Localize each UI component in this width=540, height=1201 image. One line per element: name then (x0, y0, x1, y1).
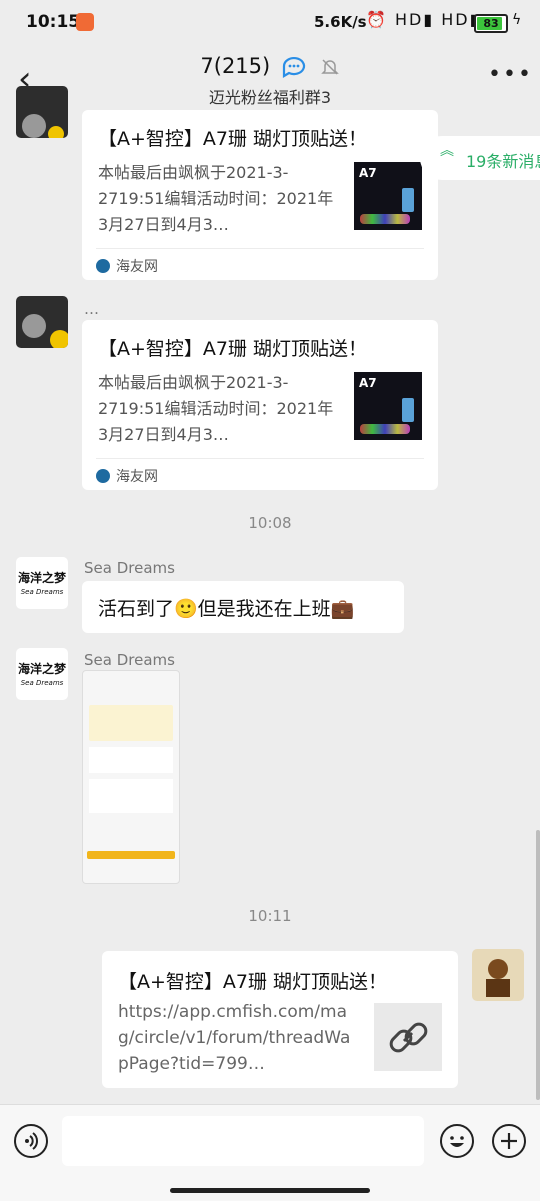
image-message[interactable] (82, 670, 180, 884)
link-card[interactable]: 【A+智控】A7珊 瑚灯顶贴送！ 本帖最后由飒枫于2021-3-2719:51编… (82, 110, 438, 280)
link-card-thumbnail: A7 (354, 372, 422, 440)
more-actions-button[interactable] (492, 1124, 526, 1158)
avatar-image (22, 314, 68, 348)
source-icon (96, 259, 110, 273)
mute-bell-icon (320, 59, 339, 75)
more-options-button[interactable]: ••• (488, 62, 533, 87)
emoji-button[interactable] (440, 1124, 474, 1158)
message-input[interactable] (62, 1116, 424, 1166)
sender-name: … (84, 300, 99, 318)
link-card-title: 【A+智控】A7珊 瑚灯顶贴送！ (98, 128, 368, 150)
group-chat-icon (282, 56, 306, 78)
status-time: 10:15 (26, 12, 81, 32)
home-indicator[interactable] (170, 1188, 370, 1193)
timestamp: 10:11 (248, 907, 292, 925)
link-card-url: https://app.cmfish.com/mag/circle/v1/for… (118, 1002, 351, 1074)
emoji-icon (450, 1136, 464, 1147)
link-card-source: 海友网 (96, 256, 158, 276)
battery-icon: 83 (474, 14, 508, 33)
timestamp: 10:08 (248, 514, 292, 532)
avatar[interactable]: 海洋之梦 Sea Dreams (16, 557, 68, 609)
link-icon (374, 1003, 442, 1071)
sender-name: Sea Dreams (84, 651, 175, 669)
voice-icon (25, 1132, 38, 1150)
group-name: 迈光粉丝福利群3 (208, 88, 332, 107)
new-messages-button[interactable]: ︽ 19条新消息 (420, 136, 540, 180)
link-card-description: 本帖最后由飒枫于2021-3-2719:51编辑活动时间：2021年3月27日到… (98, 163, 334, 234)
message-text: 活石到了🙂但是我还在上班💼 (98, 598, 355, 620)
scrollbar[interactable] (536, 830, 540, 1100)
chat-title-bar[interactable]: 7(215) (0, 54, 540, 78)
link-card[interactable]: 【A+智控】A7珊 瑚灯顶贴送！ 本帖最后由飒枫于2021-3-2719:51编… (82, 320, 438, 490)
plus-icon (501, 1133, 517, 1149)
message-bubble[interactable]: 活石到了🙂但是我还在上班💼 (82, 581, 404, 633)
avatar-image (22, 114, 64, 138)
avatar[interactable] (16, 296, 68, 348)
sender-name: Sea Dreams (84, 559, 175, 577)
avatar[interactable]: 海洋之梦 Sea Dreams (16, 648, 68, 700)
link-card-title: 【A+智控】A7珊 瑚灯顶贴送！ (98, 338, 368, 360)
my-avatar[interactable] (472, 949, 524, 1001)
voice-input-button[interactable] (14, 1124, 48, 1158)
charging-icon: ϟ (512, 12, 522, 28)
link-card-thumbnail: A7 (354, 162, 422, 230)
source-icon (96, 469, 110, 483)
status-bar: 10:15 5.6K/s ⏰ HD▮ HD▮ ≋ 83 ϟ (0, 0, 540, 44)
battery-level: 83 (483, 17, 499, 30)
link-card-title: 【A+智控】A7珊 瑚灯顶贴送！ (118, 971, 388, 993)
link-card-description: 本帖最后由飒枫于2021-3-2719:51编辑活动时间：2021年3月27日到… (98, 373, 334, 444)
double-up-chevron-icon: ︽ (440, 143, 454, 159)
chat-title: 7(215) (200, 54, 271, 78)
app-notification-icon (76, 13, 94, 31)
link-card-source: 海友网 (96, 466, 158, 486)
avatar[interactable] (16, 86, 68, 138)
network-speed: 5.6K/s (314, 13, 367, 31)
link-card[interactable]: 【A+智控】A7珊 瑚灯顶贴送！ https://app.cmfish.com/… (102, 951, 458, 1088)
avatar-image (486, 959, 510, 997)
